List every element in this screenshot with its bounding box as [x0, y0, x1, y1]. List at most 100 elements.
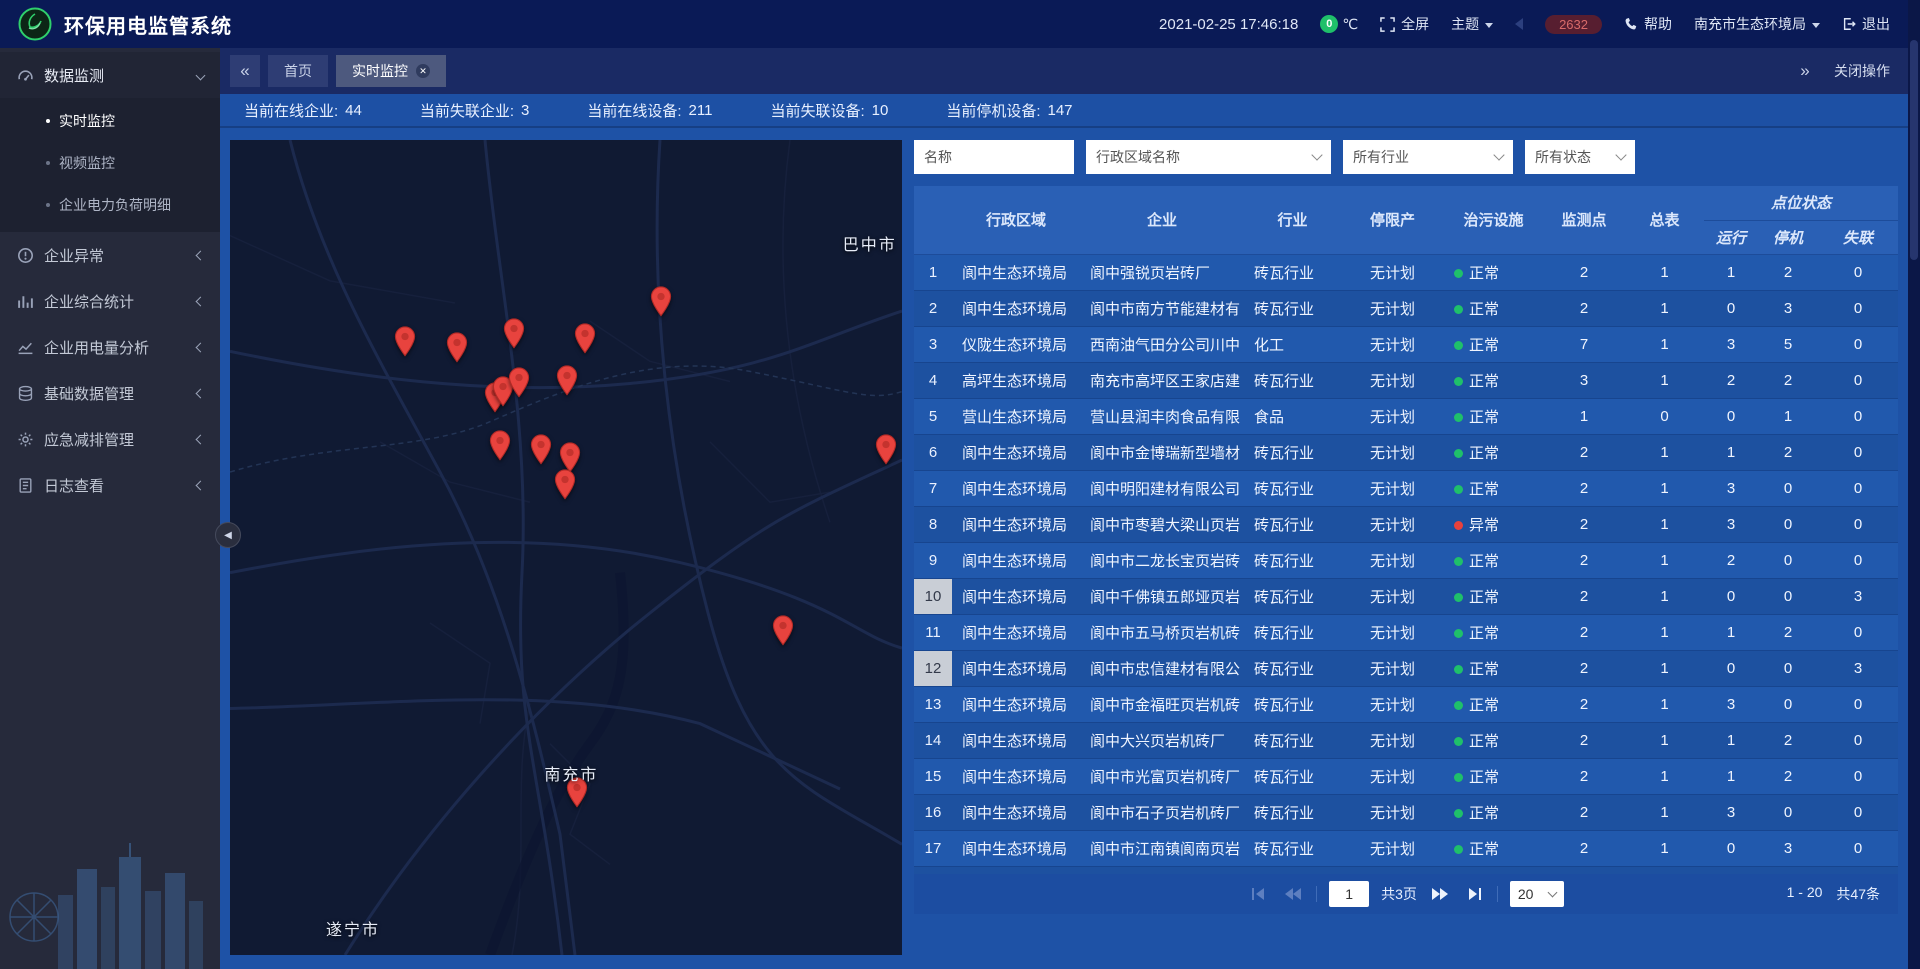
- stat-item: 当前停机设备:147: [946, 100, 1072, 121]
- map-pin[interactable]: [554, 469, 576, 500]
- logout-button[interactable]: 退出: [1842, 14, 1890, 34]
- sidebar-item-label: 企业综合统计: [44, 291, 134, 312]
- tab-close-icon[interactable]: ✕: [416, 64, 430, 78]
- status-dot-icon: [1454, 305, 1463, 314]
- table-row[interactable]: 12阆中生态环境局阆中市忠信建材有限公砖瓦行业无计划正常21003: [914, 650, 1898, 686]
- cell-meters: 1: [1625, 362, 1704, 398]
- table-row[interactable]: 3仪陇生态环境局西南油气田分公司川中化工无计划正常71350: [914, 326, 1898, 362]
- sidebar-item-label: 日志查看: [44, 475, 104, 496]
- tab-home[interactable]: 首页: [268, 55, 328, 87]
- bullet-icon: [46, 203, 50, 207]
- table-row[interactable]: 2阆中生态环境局阆中市南方节能建材有砖瓦行业无计划正常21030: [914, 290, 1898, 326]
- tab-realtime-monitoring[interactable]: 实时监控 ✕: [336, 55, 446, 87]
- table-row[interactable]: 8阆中生态环境局阆中市枣碧大梁山页岩砖瓦行业无计划异常21300: [914, 506, 1898, 542]
- map-pin[interactable]: [394, 326, 416, 357]
- page-number-input[interactable]: [1329, 881, 1369, 907]
- table-row[interactable]: 7阆中生态环境局阆中明阳建材有限公司砖瓦行业无计划正常21300: [914, 470, 1898, 506]
- tabs-scroll-left-button[interactable]: «: [230, 55, 260, 87]
- cell-index: 7: [914, 470, 952, 506]
- name-filter-input[interactable]: [914, 140, 1074, 174]
- cell-industry: 砖瓦行业: [1244, 614, 1341, 650]
- cell-points: 2: [1543, 866, 1625, 874]
- cell-industry: 砖瓦行业: [1244, 578, 1341, 614]
- cell-offline: 0: [1818, 830, 1898, 866]
- map-pin[interactable]: [530, 434, 552, 465]
- sidebar-subitem-0[interactable]: 实时监控: [0, 100, 220, 142]
- map-pin[interactable]: [559, 442, 581, 473]
- sidebar-subitem-2[interactable]: 企业电力负荷明细: [0, 184, 220, 226]
- cell-stopped: 3: [1758, 866, 1818, 874]
- col-stopped: 停机: [1758, 220, 1818, 254]
- ticker-collapse-button[interactable]: [1515, 18, 1523, 30]
- table-row[interactable]: 4高坪生态环境局南充市高坪区王家店建砖瓦行业无计划正常31220: [914, 362, 1898, 398]
- sidebar-item-4[interactable]: 基础数据管理: [0, 370, 220, 416]
- table-row[interactable]: 16阆中生态环境局阆中市石子页岩机砖厂砖瓦行业无计划正常21300: [914, 794, 1898, 830]
- alarm-count-badge[interactable]: 2632: [1545, 15, 1602, 34]
- stat-value: 3: [521, 102, 529, 119]
- tabs-scroll-right-button[interactable]: »: [1790, 55, 1820, 87]
- cell-points: 2: [1543, 722, 1625, 758]
- sidebar-item-0[interactable]: 数据监测: [0, 52, 220, 98]
- status-filter-select[interactable]: 所有状态: [1525, 140, 1635, 174]
- map-pin[interactable]: [508, 367, 530, 398]
- cell-company: 阆中市枣碧大梁山页岩: [1080, 506, 1244, 542]
- table-scroll-area[interactable]: 行政区域 企业 行业 停限产 治污设施 监测点 总表 点位状态: [914, 186, 1898, 874]
- map-pin[interactable]: [556, 365, 578, 396]
- map-pin[interactable]: [772, 615, 794, 646]
- map-pin[interactable]: [650, 286, 672, 317]
- theme-dropdown[interactable]: 主题: [1451, 14, 1493, 34]
- fullscreen-button[interactable]: 全屏: [1380, 14, 1429, 34]
- table-row[interactable]: 5营山生态环境局营山县润丰肉食品有限食品无计划正常10010: [914, 398, 1898, 434]
- cell-production: 无计划: [1341, 542, 1444, 578]
- table-row[interactable]: 17阆中生态环境局阆中市江南镇阆南页岩砖瓦行业无计划正常21030: [914, 830, 1898, 866]
- page-prev-button[interactable]: [1282, 884, 1304, 904]
- status-dot-icon: [1454, 737, 1463, 746]
- table-row[interactable]: 15阆中生态环境局阆中市光富页岩机砖厂砖瓦行业无计划正常21120: [914, 758, 1898, 794]
- map-pin[interactable]: [446, 332, 468, 363]
- cell-production: 无计划: [1341, 650, 1444, 686]
- page-size-select[interactable]: 20: [1510, 881, 1564, 907]
- sidebar-item-1[interactable]: 企业异常: [0, 232, 220, 278]
- table-row[interactable]: 13阆中生态环境局阆中市金福旺页岩机砖砖瓦行业无计划正常21300: [914, 686, 1898, 722]
- map-pin[interactable]: [875, 434, 897, 465]
- table-row[interactable]: 11阆中生态环境局阆中市五马桥页岩机砖砖瓦行业无计划正常21120: [914, 614, 1898, 650]
- cell-production: 无计划: [1341, 470, 1444, 506]
- map-pin[interactable]: [489, 430, 511, 461]
- stats-bar: 当前在线企业:44当前失联企业:3当前在线设备:211当前失联设备:10当前停机…: [220, 94, 1908, 128]
- scrollbar-thumb[interactable]: [1910, 40, 1918, 260]
- page-first-button[interactable]: [1248, 884, 1270, 904]
- map-panel[interactable]: 巴中市南充市遂宁市: [230, 140, 902, 955]
- sidebar-item-6[interactable]: 日志查看: [0, 462, 220, 508]
- cell-company: 阆中强锐页岩砖厂: [1080, 254, 1244, 290]
- page-last-button[interactable]: [1463, 884, 1485, 904]
- stat-value: 44: [345, 102, 362, 119]
- page-next-button[interactable]: [1429, 884, 1451, 904]
- cell-company: 阆中市金博瑞新型墙材: [1080, 434, 1244, 470]
- cell-production: 无计划: [1341, 686, 1444, 722]
- cell-index: 17: [914, 830, 952, 866]
- org-dropdown[interactable]: 南充市生态环境局: [1694, 14, 1820, 34]
- cell-facility: 正常: [1444, 758, 1543, 794]
- cell-offline: 0: [1818, 686, 1898, 722]
- sidebar-subitem-1[interactable]: 视频监控: [0, 142, 220, 184]
- table-row[interactable]: 9阆中生态环境局阆中市二龙长宝页岩砖砖瓦行业无计划正常21200: [914, 542, 1898, 578]
- table-row[interactable]: 1阆中生态环境局阆中强锐页岩砖厂砖瓦行业无计划正常21120: [914, 254, 1898, 290]
- table-row[interactable]: 6阆中生态环境局阆中市金博瑞新型墙材砖瓦行业无计划正常21120: [914, 434, 1898, 470]
- close-actions-button[interactable]: 关闭操作: [1834, 61, 1890, 81]
- map-collapse-handle[interactable]: ◀: [215, 522, 241, 548]
- enterprise-table: 行政区域 企业 行业 停限产 治污设施 监测点 总表 点位状态: [914, 186, 1898, 874]
- scrollbar[interactable]: [1908, 0, 1920, 969]
- table-row[interactable]: 14阆中生态环境局阆中大兴页岩机砖厂砖瓦行业无计划正常21120: [914, 722, 1898, 758]
- sidebar-item-2[interactable]: 企业综合统计: [0, 278, 220, 324]
- help-button[interactable]: 帮助: [1624, 14, 1672, 34]
- table-row[interactable]: 18南部生态环境局南部县瑞华土陶有限公砖瓦行业无计划正常21030: [914, 866, 1898, 874]
- map-pin[interactable]: [574, 323, 596, 354]
- sidebar-item-5[interactable]: 应急减排管理: [0, 416, 220, 462]
- cell-industry: 砖瓦行业: [1244, 794, 1341, 830]
- sidebar-item-3[interactable]: 企业用电量分析: [0, 324, 220, 370]
- sidebar-item-label: 应急减排管理: [44, 429, 134, 450]
- region-filter-select[interactable]: 行政区域名称: [1086, 140, 1331, 174]
- industry-filter-select[interactable]: 所有行业: [1343, 140, 1513, 174]
- map-pin[interactable]: [503, 318, 525, 349]
- table-row[interactable]: 10阆中生态环境局阆中千佛镇五郎垭页岩砖瓦行业无计划正常21003: [914, 578, 1898, 614]
